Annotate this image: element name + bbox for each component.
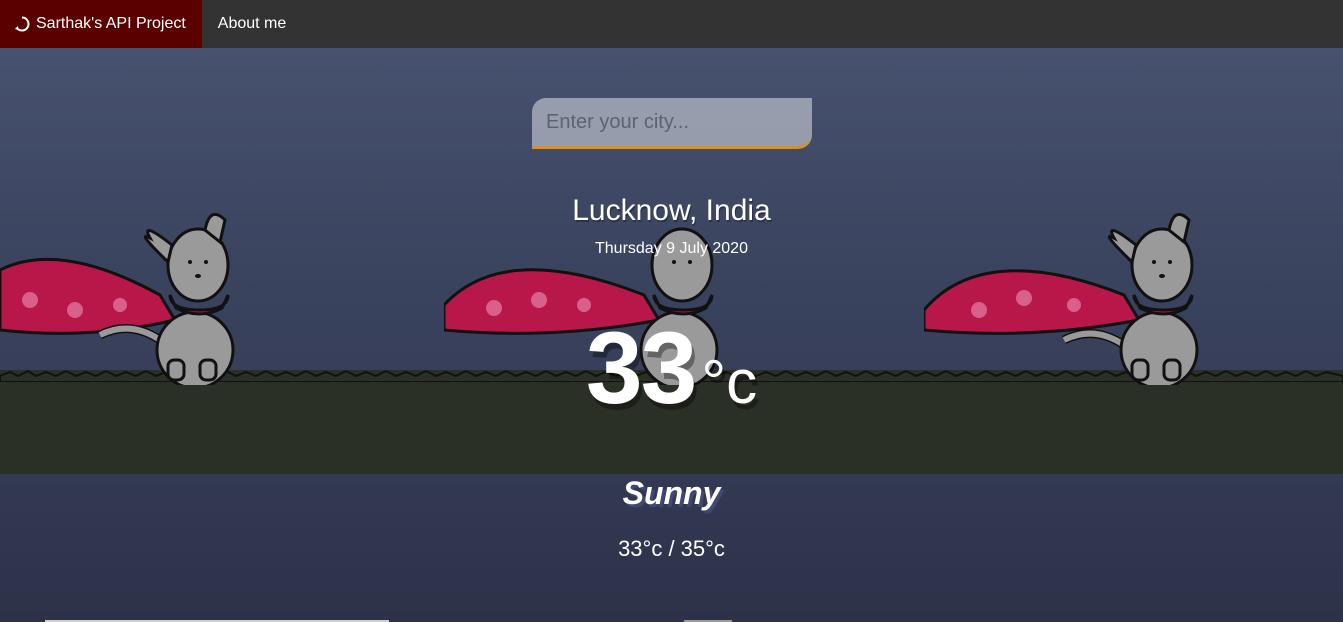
date-text: Thursday 9 July 2020 <box>595 240 748 257</box>
brand-link[interactable]: Sarthak's API Project <box>0 0 202 48</box>
navbar: Sarthak's API Project About me <box>0 0 1343 48</box>
nav-link-about[interactable]: About me <box>202 0 302 48</box>
refresh-circle-icon <box>14 16 30 32</box>
temperature-value: 33 <box>585 311 697 425</box>
brand-label: Sarthak's API Project <box>36 15 186 32</box>
location-title: Lucknow, India <box>572 194 771 227</box>
temperature-unit: °c <box>701 348 758 417</box>
search-box <box>532 98 812 149</box>
temperature-display: 33°c <box>0 310 1343 427</box>
city-search-input[interactable] <box>532 98 812 146</box>
weather-condition: Sunny <box>622 475 721 511</box>
hi-low-temperature: 33°c / 35°c <box>618 536 725 561</box>
